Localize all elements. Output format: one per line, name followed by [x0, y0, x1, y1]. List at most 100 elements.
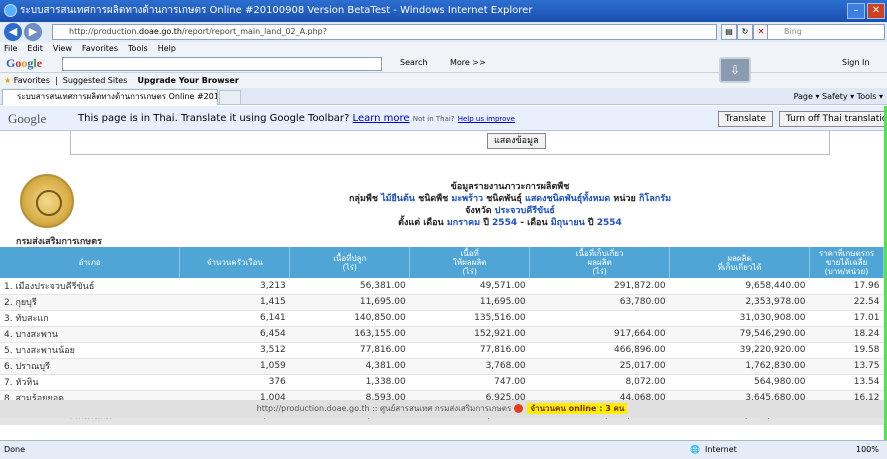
- value-cell: 13.75: [809, 358, 884, 375]
- value-cell: 1,762,830.00: [669, 358, 810, 375]
- compatibility-icon[interactable]: ▤: [721, 24, 737, 40]
- google-toolbar: Google Search More >> Sign In: [0, 55, 887, 73]
- district-cell: 1. เมืองประจวบคีรีขันธ์: [0, 278, 180, 295]
- sign-in-link[interactable]: Sign In: [842, 58, 869, 67]
- close-button[interactable]: ✕: [867, 3, 885, 19]
- district-cell: 3. ทับสะแก: [0, 310, 180, 327]
- help-improve-link[interactable]: Help us improve: [458, 115, 515, 123]
- show-data-button[interactable]: แสดงข้อมูล: [487, 133, 546, 149]
- menu-tools[interactable]: Tools: [128, 42, 148, 55]
- translate-message-text: This page is in Thai. Translate it using…: [78, 113, 350, 124]
- value-cell: 747.00: [409, 374, 530, 391]
- table-row: 5. บางสะพานน้อย 3,512 77,816.00 77,816.00 46…: [0, 342, 884, 359]
- value-cell: 8,072.00: [529, 374, 670, 391]
- from-label: ตั้งแต่ เดือน: [398, 218, 444, 228]
- refresh-icon[interactable]: ↻: [737, 24, 753, 40]
- column-header: เนื้อที่ปลูก (ไร่): [289, 247, 411, 278]
- value-cell: 3,768.00: [409, 358, 530, 375]
- value-cell: 17.01: [809, 310, 884, 327]
- page-content: แสดงข้อมูล กรมส่งเสริมการเกษตร ข้อมูลราย…: [0, 131, 884, 440]
- tab-current[interactable]: ระบบสารสนเทศการผลิตทางด้านการเกษตร Onlin…: [2, 89, 218, 105]
- suggested-sites-link[interactable]: Suggested Sites: [63, 76, 128, 85]
- online-icon: [513, 404, 523, 413]
- menu-file[interactable]: File: [4, 42, 17, 55]
- value-cell: 79,546,290.00: [669, 326, 810, 343]
- google-search-button[interactable]: Search: [400, 58, 427, 67]
- value-cell: 25,017.00: [529, 358, 670, 375]
- ie-icon: [4, 4, 17, 17]
- value-cell: 291,872.00: [529, 278, 670, 295]
- district-cell: 7. หัวหิน: [0, 374, 180, 391]
- tab-bar: ระบบสารสนเทศการผลิตทางด้านการเกษตร Onlin…: [0, 88, 887, 105]
- from-year-label: ปี: [483, 218, 489, 228]
- back-button[interactable]: ◀: [4, 23, 22, 41]
- value-cell: [529, 310, 670, 327]
- value-cell: 140,850.00: [289, 310, 410, 327]
- table-row: 4. บางสะพาน 6,454 163,155.00 152,921.00 917,…: [0, 326, 884, 343]
- column-header: เนื้อที่เก็บเกี่ยว ผลผลิต (ไร่): [529, 247, 671, 278]
- column-header: ราคาที่เกษตรกร ขายได้เฉลี่ย (บาท/หน่วย): [809, 247, 884, 278]
- department-seal-icon: [20, 174, 74, 228]
- value-cell: 63,780.00: [529, 294, 670, 311]
- value-cell: 11,695.00: [289, 294, 410, 311]
- status-bar: Done 🌐 Internet 100%: [0, 440, 887, 459]
- menu-help[interactable]: Help: [158, 42, 176, 55]
- window-title: ระบบสารสนเทศการผลิตทางด้านการเกษตร Onlin…: [20, 5, 533, 16]
- translate-button[interactable]: Translate: [718, 111, 773, 127]
- value-cell: 135,516.00: [409, 310, 530, 327]
- value-cell: 17.96: [809, 278, 884, 295]
- translate-bar: Google This page is in Thai. Translate i…: [0, 106, 887, 131]
- value-cell: 6,141: [179, 310, 290, 327]
- zoom-level[interactable]: 100%: [856, 441, 879, 459]
- value-cell: 77,816.00: [289, 342, 410, 359]
- value-cell: 6,454: [179, 326, 290, 343]
- favorites-button[interactable]: Favorites: [14, 76, 50, 85]
- report-period-line: ตั้งแต่ เดือน มกราคม ปี 2554 - เดือน มิถ…: [300, 215, 720, 229]
- menu-edit[interactable]: Edit: [27, 42, 43, 55]
- column-header: ผลผลิต ที่เก็บเกี่ยวได้: [669, 247, 811, 278]
- translate-message: This page is in Thai. Translate it using…: [78, 113, 515, 124]
- forward-button[interactable]: ▶: [24, 23, 42, 41]
- department-name: กรมส่งเสริมการเกษตร: [16, 237, 102, 247]
- command-bar[interactable]: Page ▾ Safety ▾ Tools ▾: [794, 90, 883, 104]
- address-bar[interactable]: http://production.doae.go.th/report/repo…: [52, 24, 717, 40]
- url-prefix: http://production.: [69, 27, 140, 36]
- status-text: Done: [4, 445, 26, 454]
- to-year: 2554: [596, 218, 622, 228]
- column-header: จำนวนครัวเรือน: [179, 247, 291, 278]
- upgrade-browser-link[interactable]: Upgrade Your Browser: [138, 76, 239, 85]
- zone-label: Internet: [705, 445, 737, 454]
- menu-view[interactable]: View: [53, 42, 72, 55]
- district-cell: 2. กุยบุรี: [0, 294, 180, 311]
- menu-favorites[interactable]: Favorites: [82, 42, 118, 55]
- to-year-label: ปี: [587, 218, 594, 228]
- google-logo: Google: [6, 56, 43, 70]
- to-label: - เดือน: [520, 218, 548, 228]
- new-tab-button[interactable]: [219, 90, 241, 105]
- search-form: แสดงข้อมูล: [70, 131, 830, 155]
- to-month: มิถุนายน: [550, 218, 585, 228]
- bing-search-input[interactable]: Bing: [767, 24, 885, 40]
- translate-google-logo: Google: [8, 111, 47, 126]
- page-footer: http://production.doae.go.th :: ศูนย์สาร…: [0, 400, 884, 418]
- url-rest: /report/report_main_land_02_A.php?: [181, 27, 327, 36]
- value-cell: 11,695.00: [409, 294, 530, 311]
- value-cell: 1,415: [179, 294, 290, 311]
- value-cell: 49,571.00: [409, 278, 530, 295]
- table-row: 3. ทับสะแก 6,141 140,850.00 135,516.00 31,03…: [0, 310, 884, 327]
- google-more-button[interactable]: More >>: [450, 58, 486, 67]
- minimize-button[interactable]: –: [847, 3, 865, 19]
- learn-more-link[interactable]: Learn more: [353, 113, 410, 124]
- table-row: 6. ปราณบุรี 1,059 4,381.00 3,768.00 25,017.0…: [0, 358, 884, 375]
- favorites-star-icon: ★: [4, 76, 12, 85]
- value-cell: 19.58: [809, 342, 884, 359]
- column-header: เนื้อที่ ให้ผลผลิต (ไร่): [409, 247, 531, 278]
- from-month: มกราคม: [446, 218, 481, 228]
- value-cell: 13.54: [809, 374, 884, 391]
- value-cell: 77,816.00: [409, 342, 530, 359]
- value-cell: 22.54: [809, 294, 884, 311]
- turn-off-translation-button[interactable]: Turn off Thai translation: [779, 111, 887, 127]
- address-row: ◀ ▶ http://production.doae.go.th/report/…: [0, 22, 887, 42]
- expand-overlay-icon[interactable]: ⇩: [719, 57, 751, 83]
- google-search-input[interactable]: [62, 57, 382, 71]
